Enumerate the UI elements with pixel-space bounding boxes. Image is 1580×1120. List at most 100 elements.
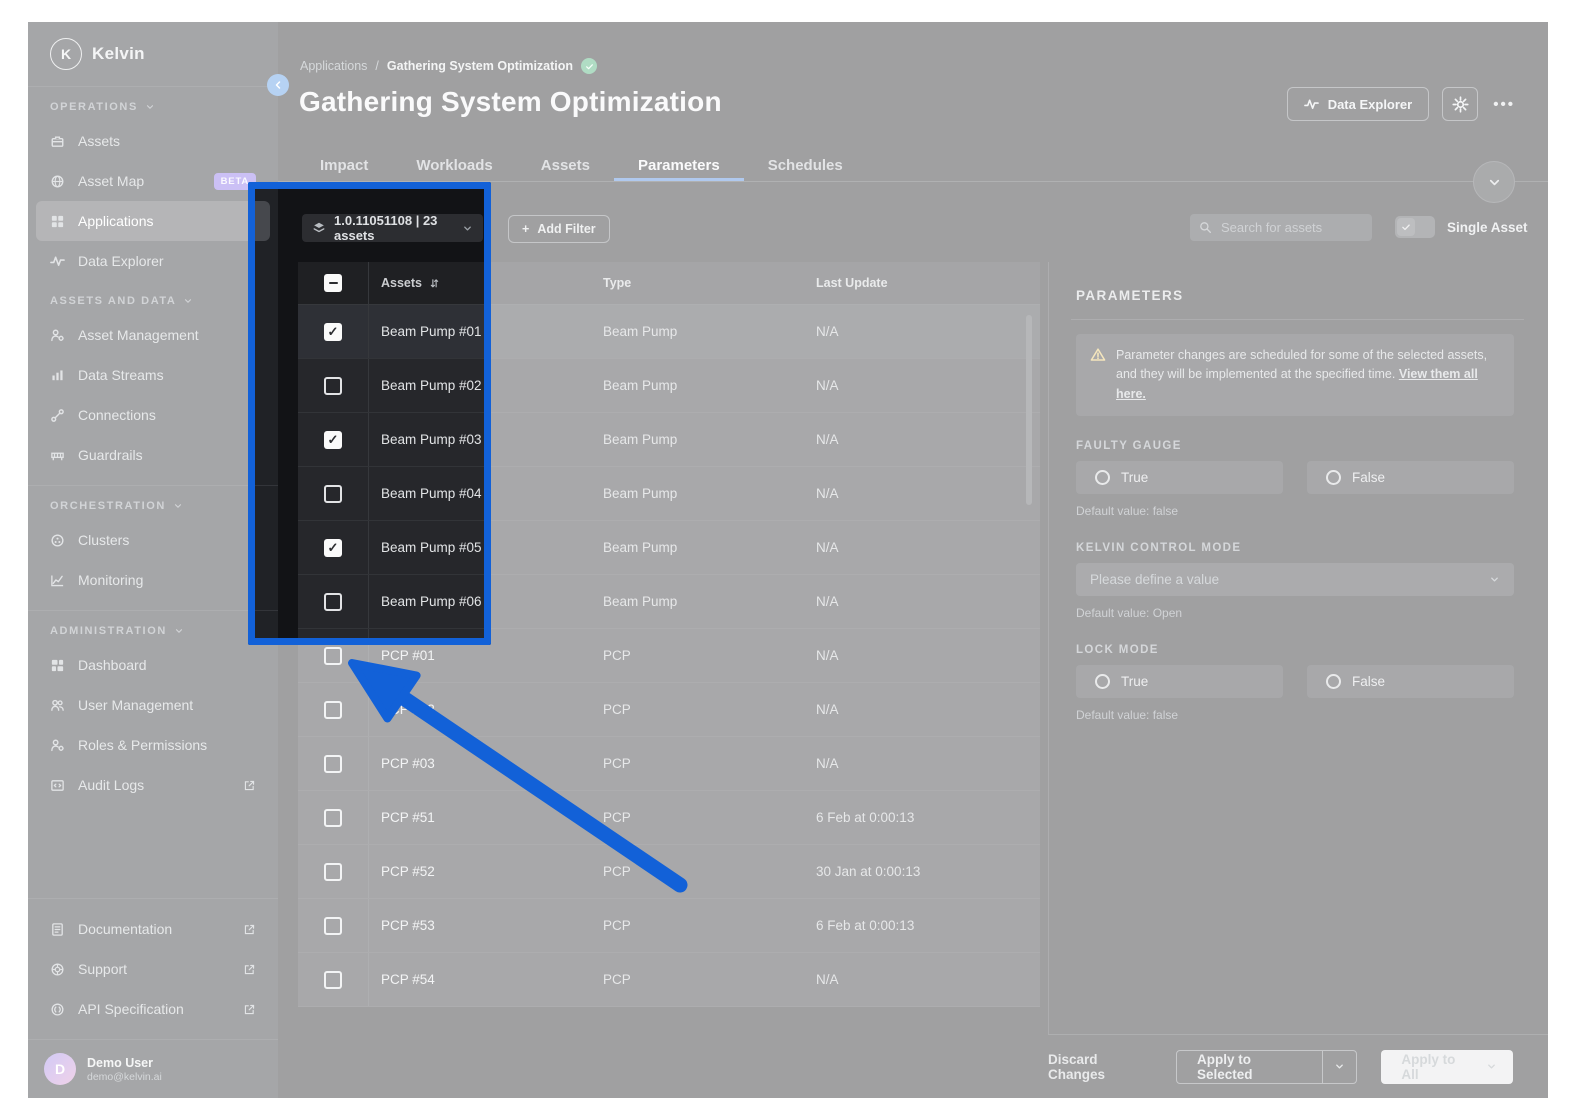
tab-workloads[interactable]: Workloads (392, 150, 516, 181)
sidebar-item-assets[interactable]: Assets (36, 121, 270, 161)
more-options-button[interactable]: ••• (1491, 96, 1517, 113)
version-dropdown[interactable]: 1.0.11051108 | 23 assets (302, 213, 483, 243)
select-all-checkbox[interactable] (324, 274, 342, 292)
table-row[interactable]: PCP #52 PCP 30 Jan at 0:00:13 (298, 845, 1040, 899)
apply-to-all-button[interactable]: Apply to All (1381, 1049, 1513, 1084)
table-row[interactable]: PCP #54 PCP N/A (298, 953, 1040, 1007)
kelvin-control-mode-select[interactable]: Please define a value (1076, 563, 1514, 597)
brand-logo[interactable]: K Kelvin (28, 22, 278, 87)
sidebar-section-administration[interactable]: ADMINISTRATION (28, 611, 278, 645)
sidebar-item-support[interactable]: Support (36, 949, 270, 989)
search-input[interactable] (1219, 219, 1363, 236)
radio-icon (1326, 674, 1341, 690)
table-row[interactable]: PCP #01 PCP N/A (298, 629, 1040, 683)
table-row[interactable]: PCP #53 PCP 6 Feb at 0:00:13 (298, 899, 1040, 953)
sidebar-section-orchestration[interactable]: ORCHESTRATION (28, 486, 278, 520)
sidebar-collapse-button[interactable] (267, 74, 289, 96)
parameters-panel: PARAMETERS Parameter changes are schedul… (1048, 262, 1548, 1035)
row-checkbox[interactable] (324, 862, 342, 881)
table-row[interactable]: PCP #51 PCP 6 Feb at 0:00:13 (298, 791, 1040, 845)
radio-icon (1095, 470, 1110, 486)
row-checkbox[interactable] (324, 754, 342, 773)
sidebar-section-operations[interactable]: OPERATIONS (28, 87, 278, 121)
breadcrumb-applications-link[interactable]: Applications (300, 59, 367, 73)
faulty-gauge-false-option[interactable]: False (1307, 461, 1514, 495)
sidebar-section-assets-and-data[interactable]: ASSETS AND DATA (28, 281, 278, 315)
single-asset-label: Single Asset (1447, 219, 1528, 235)
sidebar-item-asset-map[interactable]: Asset Map BETA (36, 161, 270, 201)
main-content: Applications / Gathering System Optimiza… (278, 22, 1548, 1098)
users-icon (51, 699, 64, 711)
parameters-heading: PARAMETERS (1076, 288, 1184, 303)
table-scrollbar[interactable] (1026, 315, 1032, 505)
sidebar-item-roles-permissions[interactable]: Roles & Permissions (36, 725, 270, 765)
sidebar-item-monitoring[interactable]: Monitoring (36, 560, 270, 600)
sidebar-item-documentation[interactable]: Documentation (36, 909, 270, 949)
sidebar-item-audit-logs[interactable]: Audit Logs (36, 765, 270, 805)
faulty-gauge-true-option[interactable]: True (1076, 461, 1283, 495)
lock-mode-default-note: Default value: false (1076, 708, 1179, 723)
sidebar-item-data-explorer[interactable]: Data Explorer (36, 241, 270, 281)
roles-icon (51, 739, 65, 752)
tab-impact[interactable]: Impact (296, 150, 392, 181)
sort-icon[interactable] (428, 277, 441, 290)
table-row[interactable]: Beam Pump #01 Beam Pump N/A (298, 305, 1040, 359)
tab-parameters[interactable]: Parameters (613, 150, 744, 181)
kelvin-control-mode-label: KELVIN CONTROL MODE (1076, 542, 1242, 555)
table-row[interactable]: PCP #02 PCP N/A (298, 683, 1040, 737)
sidebar-item-data-streams[interactable]: Data Streams (36, 355, 270, 395)
lock-mode-true-option[interactable]: True (1076, 665, 1283, 699)
apply-to-selected-button[interactable]: Apply to Selected (1175, 1049, 1358, 1084)
add-filter-button[interactable]: + Add Filter (508, 215, 610, 243)
table-row[interactable]: Beam Pump #02 Beam Pump N/A (298, 359, 1040, 413)
settings-button[interactable] (1442, 87, 1479, 121)
waveform-icon (50, 255, 65, 266)
row-checkbox[interactable] (324, 646, 342, 665)
row-checkbox[interactable] (324, 592, 342, 611)
row-checkbox[interactable] (324, 970, 342, 989)
column-assets[interactable]: Assets (369, 276, 591, 290)
row-checkbox[interactable] (324, 700, 342, 719)
sidebar-item-connections[interactable]: Connections (36, 395, 270, 435)
sidebar-item-guardrails[interactable]: Guardrails (36, 435, 270, 475)
sidebar-item-applications[interactable]: Applications (36, 201, 270, 241)
sidebar-item-dashboard[interactable]: Dashboard (36, 645, 270, 685)
row-checkbox[interactable] (324, 430, 342, 449)
single-asset-toggle[interactable] (1395, 216, 1435, 238)
app-window: K Kelvin OPERATIONS Assets Asset Map BET… (28, 22, 1548, 1098)
chevron-down-icon (464, 226, 471, 230)
row-checkbox[interactable] (324, 484, 342, 503)
tab-schedules[interactable]: Schedules (744, 150, 867, 181)
row-checkbox[interactable] (324, 538, 342, 557)
discard-changes-button[interactable]: Discard Changes (1048, 1052, 1152, 1082)
chevron-down-icon (175, 629, 182, 633)
table-row[interactable]: Beam Pump #06 Beam Pump N/A (298, 575, 1040, 629)
collapse-panel-button[interactable] (1473, 161, 1515, 203)
faulty-gauge-label: FAULTY GAUGE (1076, 440, 1182, 453)
layers-icon (313, 222, 325, 233)
column-type[interactable]: Type (591, 276, 804, 290)
apply-to-selected-caret[interactable] (1321, 1050, 1356, 1083)
row-checkbox[interactable] (324, 808, 342, 827)
action-bar: Discard Changes Apply to Selected Apply … (1048, 1034, 1548, 1098)
asset-management-icon (51, 329, 65, 342)
breadcrumb-current: Gathering System Optimization (386, 59, 574, 73)
sidebar-item-user-management[interactable]: User Management (36, 685, 270, 725)
row-checkbox[interactable] (324, 916, 342, 935)
data-explorer-button[interactable]: Data Explorer (1286, 87, 1430, 121)
tab-assets[interactable]: Assets (517, 150, 614, 181)
column-last-update[interactable]: Last Update (804, 276, 1040, 290)
table-row[interactable]: Beam Pump #03 Beam Pump N/A (298, 413, 1040, 467)
table-row[interactable]: Beam Pump #05 Beam Pump N/A (298, 521, 1040, 575)
row-checkbox[interactable] (324, 322, 342, 341)
warning-icon (1090, 348, 1106, 361)
row-checkbox[interactable] (324, 376, 342, 395)
lock-mode-false-option[interactable]: False (1307, 665, 1514, 699)
table-row[interactable]: PCP #03 PCP N/A (298, 737, 1040, 791)
document-icon (52, 922, 63, 936)
table-row[interactable]: Beam Pump #04 Beam Pump N/A (298, 467, 1040, 521)
sidebar-item-api-specification[interactable]: API Specification (36, 989, 270, 1029)
sidebar-item-asset-management[interactable]: Asset Management (36, 315, 270, 355)
user-menu[interactable]: D Demo User demo@kelvin.ai (28, 1039, 278, 1098)
sidebar-item-clusters[interactable]: Clusters (36, 520, 270, 560)
